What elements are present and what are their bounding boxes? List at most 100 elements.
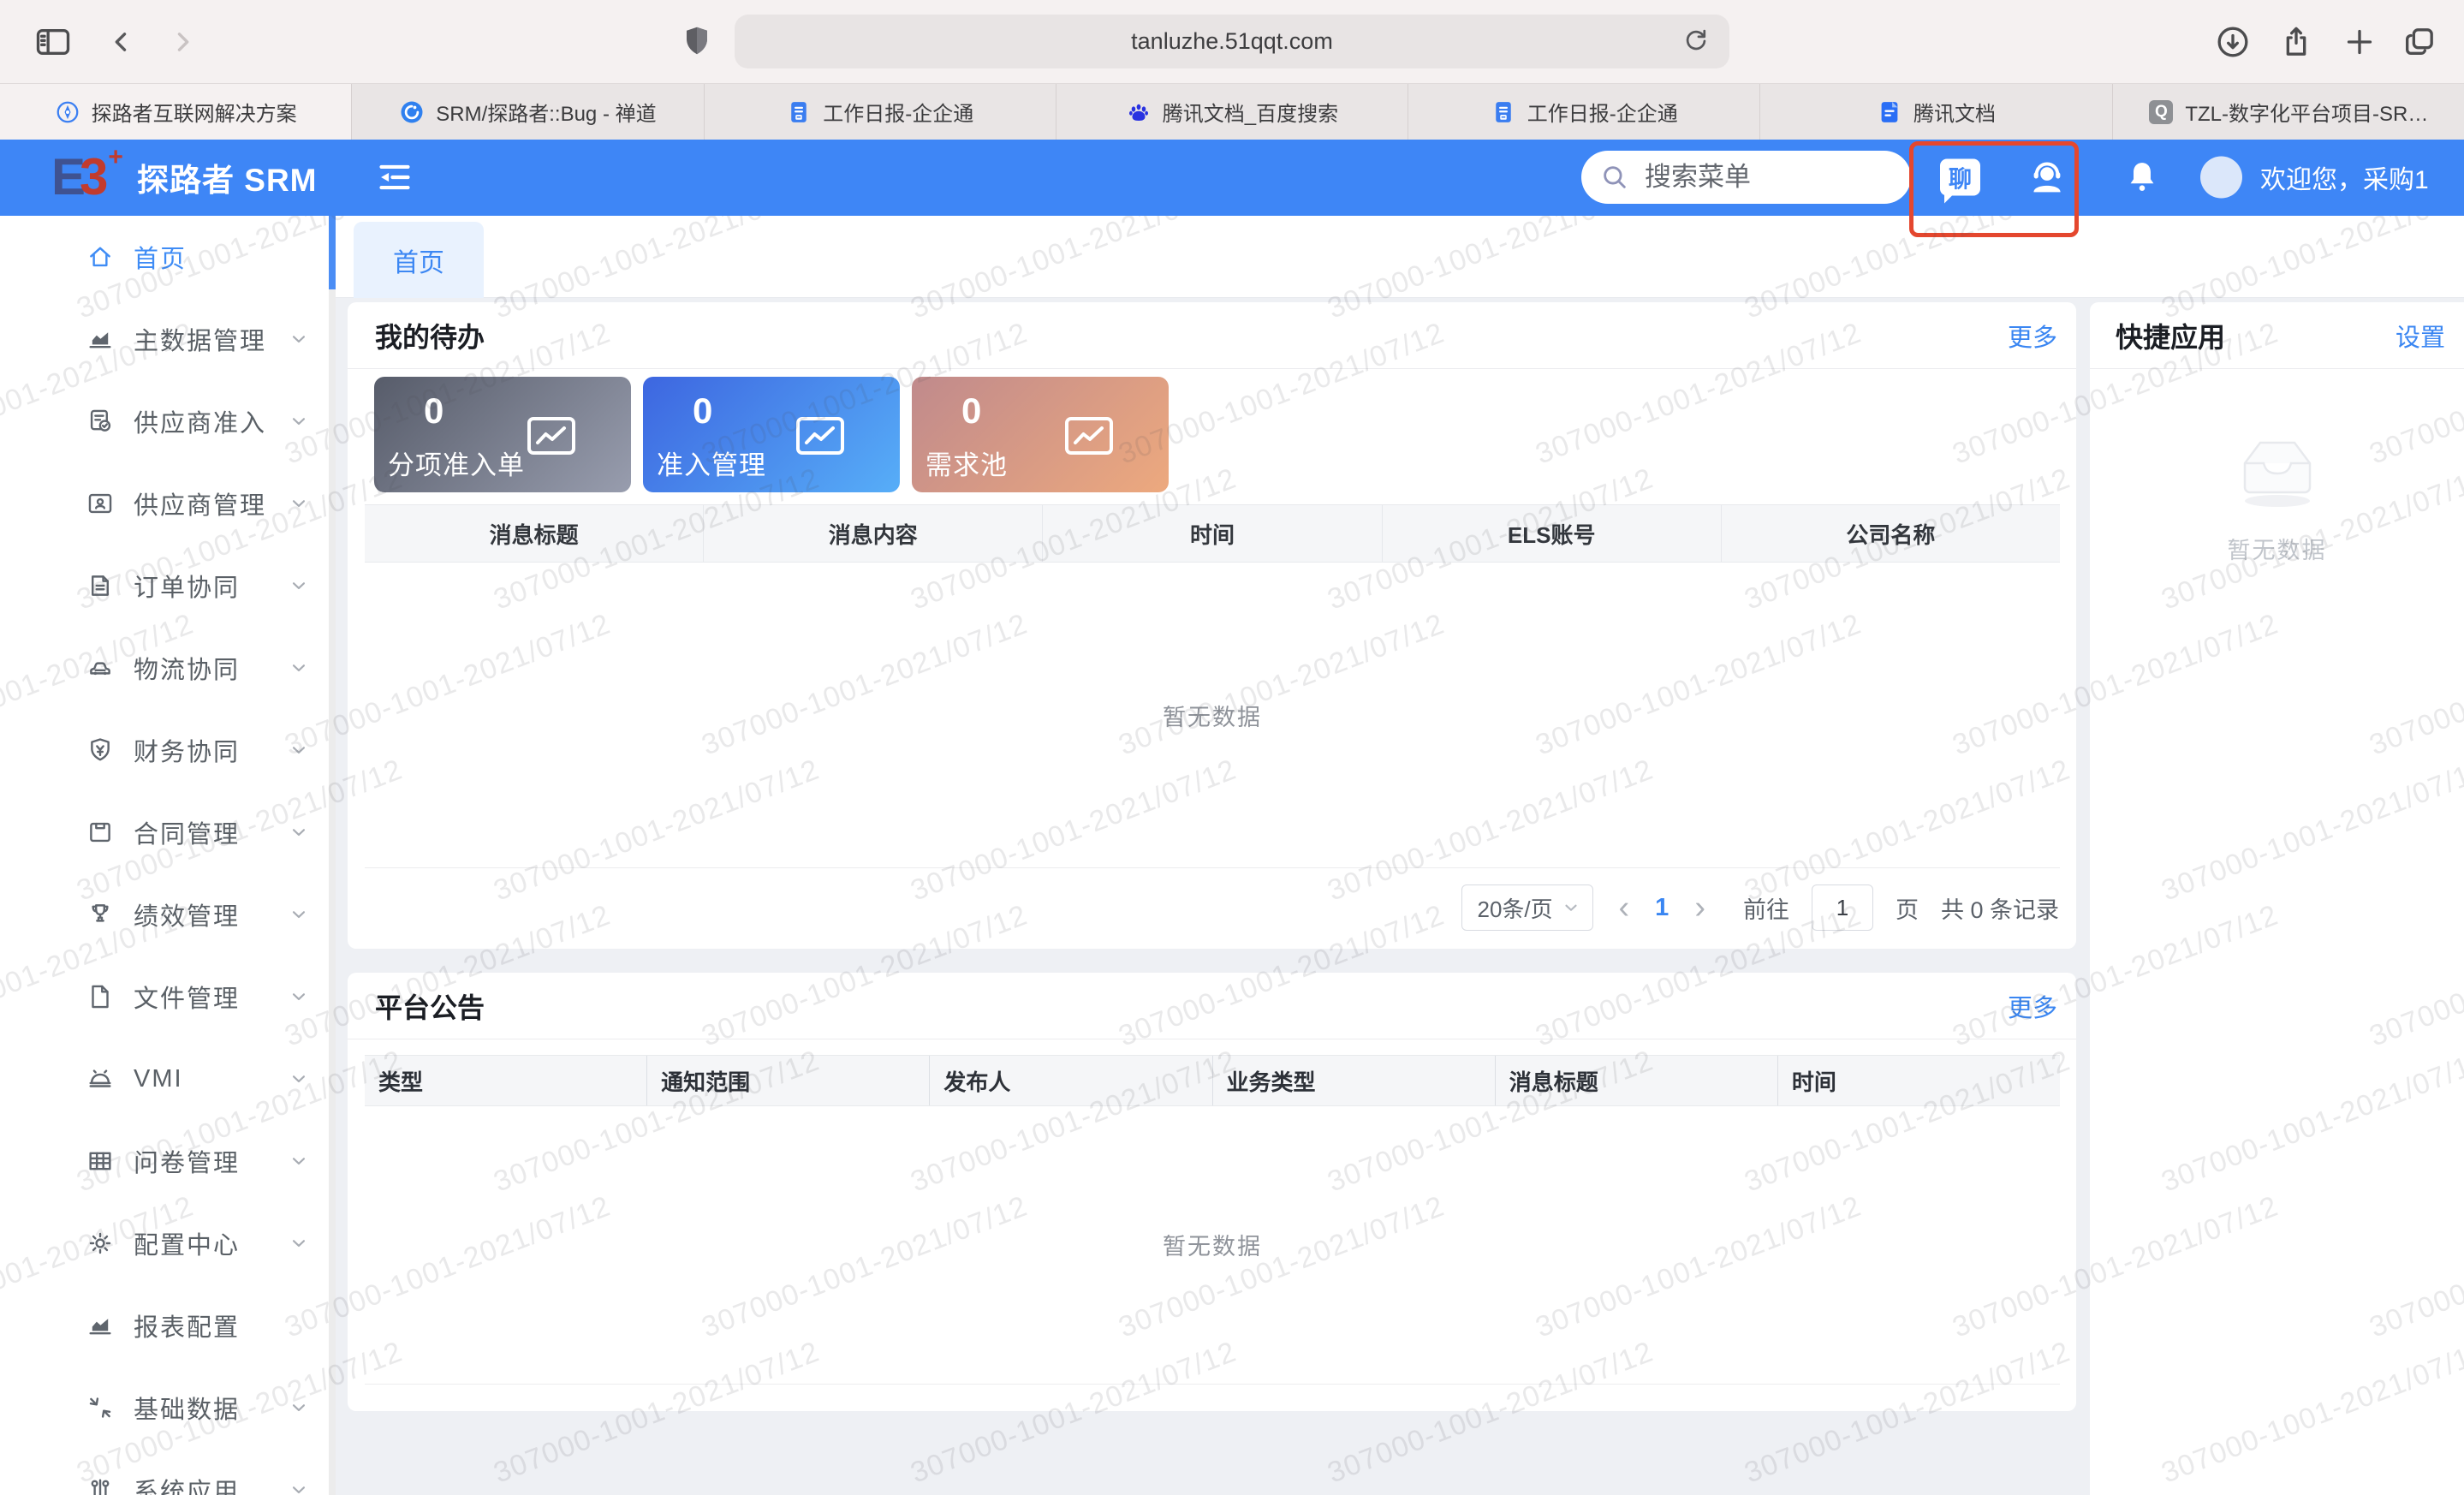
prev-page-button[interactable]: ‹ (1616, 891, 1634, 924)
finance-icon (86, 736, 115, 765)
notification-bell-icon[interactable] (2122, 158, 2162, 197)
chevron-down-icon (288, 1397, 310, 1419)
browser-toolbar: tanluzhe.51qqt.com (0, 0, 2464, 83)
download-icon[interactable] (2216, 25, 2250, 59)
quick-apps-empty: 暂无数据 (2090, 431, 2464, 565)
line-chart-icon (1064, 416, 1114, 456)
sidebar-item-3[interactable]: 供应商管理 (0, 462, 336, 545)
sidebar-item-15[interactable]: 系统应用 (0, 1449, 336, 1495)
sidebar-item-label: 财务协同 (134, 732, 240, 768)
browser-tab-0[interactable]: 探路者互联网解决方案 (0, 84, 352, 140)
column-header: 发布人 (930, 1056, 1212, 1105)
browser-tab-label: 工作日报-企企通 (1527, 97, 1678, 127)
sidebar-item-label: 物流协同 (134, 650, 240, 686)
browser-tab-label: 探路者互联网解决方案 (92, 97, 297, 127)
browser-tab-2[interactable]: 工作日报-企企通 (705, 84, 1056, 140)
sidebar-item-label: 系统应用 (134, 1472, 240, 1495)
page-size-select[interactable]: 20条/页 (1461, 884, 1593, 931)
column-header: 通知范围 (647, 1056, 930, 1105)
chevron-down-icon (288, 1068, 310, 1090)
todo-header: 我的待办 更多 (348, 302, 2076, 369)
sidebar-item-6[interactable]: 财务协同 (0, 709, 336, 791)
sidebar-item-7[interactable]: 合同管理 (0, 791, 336, 873)
tab-home[interactable]: 首页 (354, 222, 484, 298)
stat-label: 分项准入单 (388, 444, 525, 482)
sidebar-menu: 首页主数据管理供应商准入供应商管理订单协同物流协同财务协同合同管理绩效管理文件管… (0, 216, 336, 1495)
new-tab-icon[interactable] (2342, 25, 2377, 59)
chevron-down-icon (288, 1150, 310, 1172)
chevron-down-icon (288, 410, 310, 432)
search-input[interactable] (1643, 161, 1878, 194)
welcome-text[interactable]: 欢迎您，采购1 (2260, 158, 2429, 196)
announcement-more-link[interactable]: 更多 (2008, 988, 2057, 1024)
sidebar-scrollbar-thumb[interactable] (329, 216, 336, 289)
sidebar-item-2[interactable]: 供应商准入 (0, 380, 336, 462)
browser-tab-label: 腾讯文档 (1913, 97, 1996, 127)
back-icon[interactable] (107, 27, 136, 57)
sidebar-item-10[interactable]: VMI (0, 1038, 336, 1120)
browser-tab-strip: 探路者互联网解决方案 SRM/探路者::Bug - 禅道 工作日报-企企通 腾讯文档_… (0, 83, 2464, 140)
sidebar-item-0[interactable]: 首页 (0, 216, 336, 298)
tab-overview-icon[interactable] (2402, 25, 2437, 59)
browser-tab-5[interactable]: 腾讯文档 (1760, 84, 2112, 140)
menu-search[interactable] (1581, 151, 1911, 204)
todo-pagination: 20条/页 ‹ 1 › 前往 页 共 0 条记录 (1461, 878, 2059, 938)
next-page-button[interactable]: › (1691, 891, 1709, 924)
config-icon (86, 1229, 115, 1258)
quick-apps-title: 快捷应用 (2116, 316, 2225, 355)
share-icon[interactable] (2279, 25, 2313, 59)
sidebar-item-label: 配置中心 (134, 1225, 240, 1261)
tab-home-label: 首页 (393, 241, 444, 279)
app-title: 探路者 SRM (137, 154, 318, 200)
menu-collapse-icon[interactable] (377, 161, 413, 194)
contract-icon (86, 818, 115, 847)
quick-apps-settings-link[interactable]: 设置 (2396, 318, 2445, 354)
todo-stat-card-2[interactable]: 0需求池 (912, 377, 1169, 492)
logistics-icon (86, 653, 115, 682)
sidebar-item-11[interactable]: 问卷管理 (0, 1120, 336, 1202)
todo-empty-text: 暂无数据 (1163, 699, 1262, 732)
browser-tab-3[interactable]: 腾讯文档_百度搜索 (1056, 84, 1408, 140)
todo-table-body: 暂无数据 (365, 563, 2060, 868)
forward-icon[interactable] (168, 27, 197, 57)
sidebar-item-5[interactable]: 物流协同 (0, 627, 336, 709)
todo-more-link[interactable]: 更多 (2008, 318, 2057, 354)
home-icon (86, 242, 115, 271)
sidebar-item-9[interactable]: 文件管理 (0, 956, 336, 1038)
current-page[interactable]: 1 (1655, 894, 1669, 922)
sidebar-item-label: VMI (134, 1065, 183, 1093)
sidebar-item-label: 合同管理 (134, 814, 240, 850)
supplier-access-icon (86, 407, 115, 436)
sidebar-item-12[interactable]: 配置中心 (0, 1202, 336, 1284)
privacy-shield-icon[interactable] (681, 25, 712, 59)
chevron-down-icon (288, 328, 310, 350)
performance-icon (86, 900, 115, 929)
file-icon (86, 982, 115, 1011)
announcement-header: 平台公告 更多 (348, 973, 2076, 1039)
sidebar-item-label: 订单协同 (134, 568, 240, 604)
sidebar-toggle-icon[interactable] (36, 27, 70, 57)
sidebar-item-14[interactable]: 基础数据 (0, 1367, 336, 1449)
chevron-down-icon (288, 821, 310, 843)
goto-page-input[interactable] (1812, 884, 1873, 931)
browser-tab-4[interactable]: 工作日报-企企通 (1408, 84, 1760, 140)
url-bar[interactable]: tanluzhe.51qqt.com (735, 15, 1729, 68)
sidebar-item-8[interactable]: 绩效管理 (0, 873, 336, 956)
zentao-favicon (399, 99, 425, 125)
sidebar-item-1[interactable]: 主数据管理 (0, 298, 336, 380)
browser-tab-1[interactable]: SRM/探路者::Bug - 禅道 (352, 84, 704, 140)
sidebar-item-13[interactable]: 报表配置 (0, 1284, 336, 1367)
vmi-icon (86, 1064, 115, 1093)
sidebar-item-4[interactable]: 订单协同 (0, 545, 336, 627)
announcement-table-header: 类型通知范围发布人业务类型消息标题时间 (365, 1055, 2060, 1106)
todo-stat-card-0[interactable]: 0分项准入单 (374, 377, 631, 492)
total-records: 共 0 条记录 (1941, 891, 2059, 925)
browser-tab-label: 工作日报-企企通 (823, 97, 973, 127)
browser-tab-label: SRM/探路者::Bug - 禅道 (436, 97, 656, 127)
sidebar-scrollbar[interactable] (329, 216, 336, 1495)
reload-icon[interactable] (1681, 27, 1711, 56)
browser-tab-6[interactable]: QTZL-数字化平台项目-SR… (2113, 84, 2464, 140)
user-avatar[interactable] (2200, 157, 2242, 199)
todo-stat-card-1[interactable]: 0准入管理 (643, 377, 900, 492)
sidebar-item-label: 供应商管理 (134, 485, 266, 521)
